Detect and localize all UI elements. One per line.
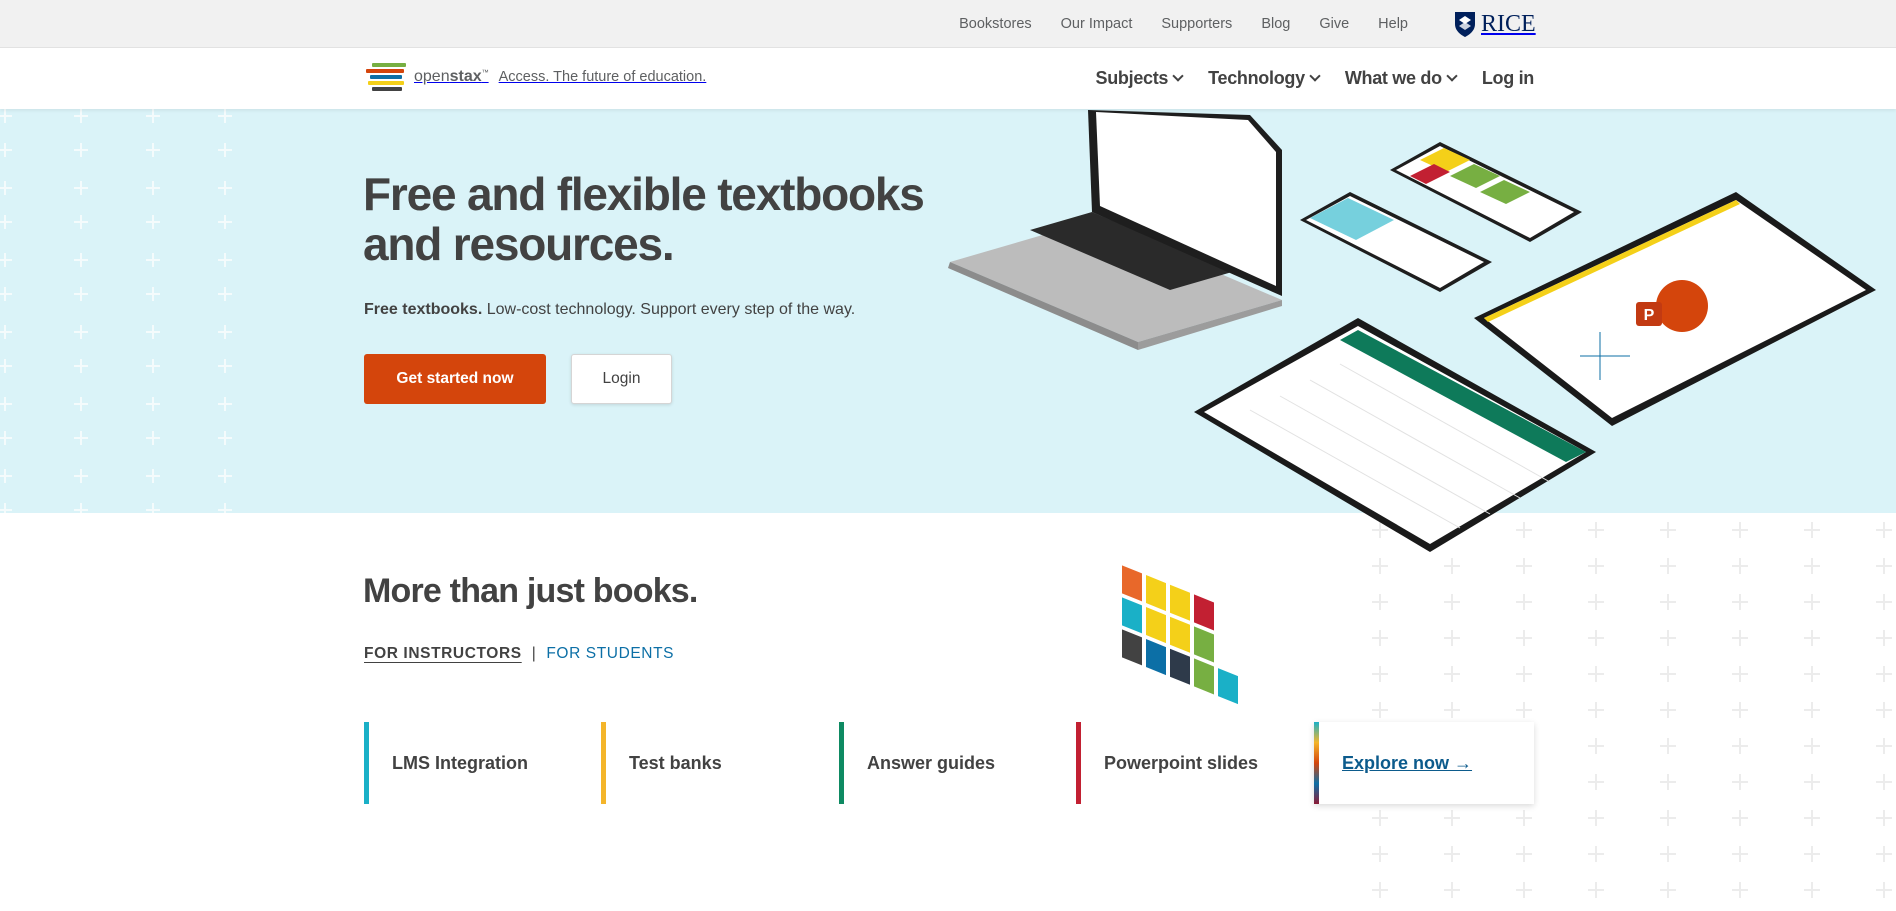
trademark-icon: ™ [481,69,489,77]
explore-now-link[interactable]: Explore now → [1314,722,1534,804]
nav-menu: Subjects Technology What we do Log in [1095,48,1535,109]
utility-link-bookstores[interactable]: Bookstores [959,16,1032,32]
rice-shield-icon [1455,12,1475,37]
utility-link-blog[interactable]: Blog [1261,16,1290,32]
openstax-books-icon [366,63,406,91]
resource-list: LMS Integration Test banks Answer guides… [364,722,1534,804]
nav-subjects-label: Subjects [1095,68,1169,88]
logo-text-light: open [414,68,450,85]
utility-link-our-impact[interactable]: Our Impact [1061,16,1133,32]
tab-separator: | [531,645,537,662]
hero-title: Free and flexible textbooks and resource… [363,168,925,270]
explore-now-label: Explore now → [1342,752,1473,773]
nav-login[interactable]: Log in [1482,68,1534,89]
rice-logo[interactable]: RICE [1453,8,1536,40]
resource-color-bar [1076,722,1081,804]
resource-label: Powerpoint slides [1104,752,1259,773]
utility-links: Bookstores Our Impact Supporters Blog Gi… [959,0,1408,48]
utility-link-help[interactable]: Help [1378,16,1408,32]
resource-test-banks[interactable]: Test banks [601,722,722,804]
chevron-down-icon [1172,69,1184,82]
get-started-button[interactable]: Get started now [364,354,546,404]
tagline: Access. The future of education. [498,69,707,85]
main-nav: openstax™ Access. The future of educatio… [0,48,1896,109]
nav-what-we-do-label: What we do [1344,68,1442,88]
resource-label: Answer guides [867,752,996,773]
hero-login-button[interactable]: Login [571,354,672,404]
plus-pattern [1372,522,1892,898]
tab-for-students[interactable]: FOR STUDENTS [546,645,674,663]
utility-bar: Bookstores Our Impact Supporters Blog Gi… [0,0,1896,48]
chevron-down-icon [1309,69,1321,82]
resource-color-bar [601,722,606,804]
chevron-down-icon [1446,69,1458,82]
tab-for-instructors[interactable]: FOR INSTRUCTORS [364,645,522,663]
nav-technology[interactable]: Technology [1208,68,1321,89]
resource-color-bar [364,722,369,804]
resource-label: Test banks [629,752,722,773]
hero-subtitle-rest: Low-cost technology. Support every step … [482,301,856,318]
explore-color-bar [1314,722,1319,804]
resource-lms-integration[interactable]: LMS Integration [364,722,528,804]
resource-color-bar [839,722,844,804]
plus-pattern [0,109,232,513]
resource-answer-guides[interactable]: Answer guides [839,722,995,804]
section-title: More than just books. [363,572,698,610]
resource-powerpoint-slides[interactable]: Powerpoint slides [1076,722,1258,804]
rice-logo-text: RICE [1481,10,1536,37]
nav-subjects[interactable]: Subjects [1095,68,1184,89]
audience-tabs: FOR INSTRUCTORS | FOR STUDENTS [364,645,674,663]
hero-subtitle-bold: Free textbooks. [364,301,483,318]
nav-technology-label: Technology [1208,68,1305,88]
logo-wordmark: openstax™ [414,68,489,86]
utility-link-supporters[interactable]: Supporters [1161,16,1232,32]
utility-link-give[interactable]: Give [1319,16,1349,32]
hero-subtitle: Free textbooks. Low-cost technology. Sup… [364,301,855,319]
nav-what-we-do[interactable]: What we do [1344,68,1458,89]
resource-label: LMS Integration [392,752,528,773]
hero-section: Free and flexible textbooks and resource… [0,109,1896,513]
openstax-logo[interactable]: openstax™ Access. The future of educatio… [364,62,706,92]
logo-text-bold: stax [449,68,482,85]
